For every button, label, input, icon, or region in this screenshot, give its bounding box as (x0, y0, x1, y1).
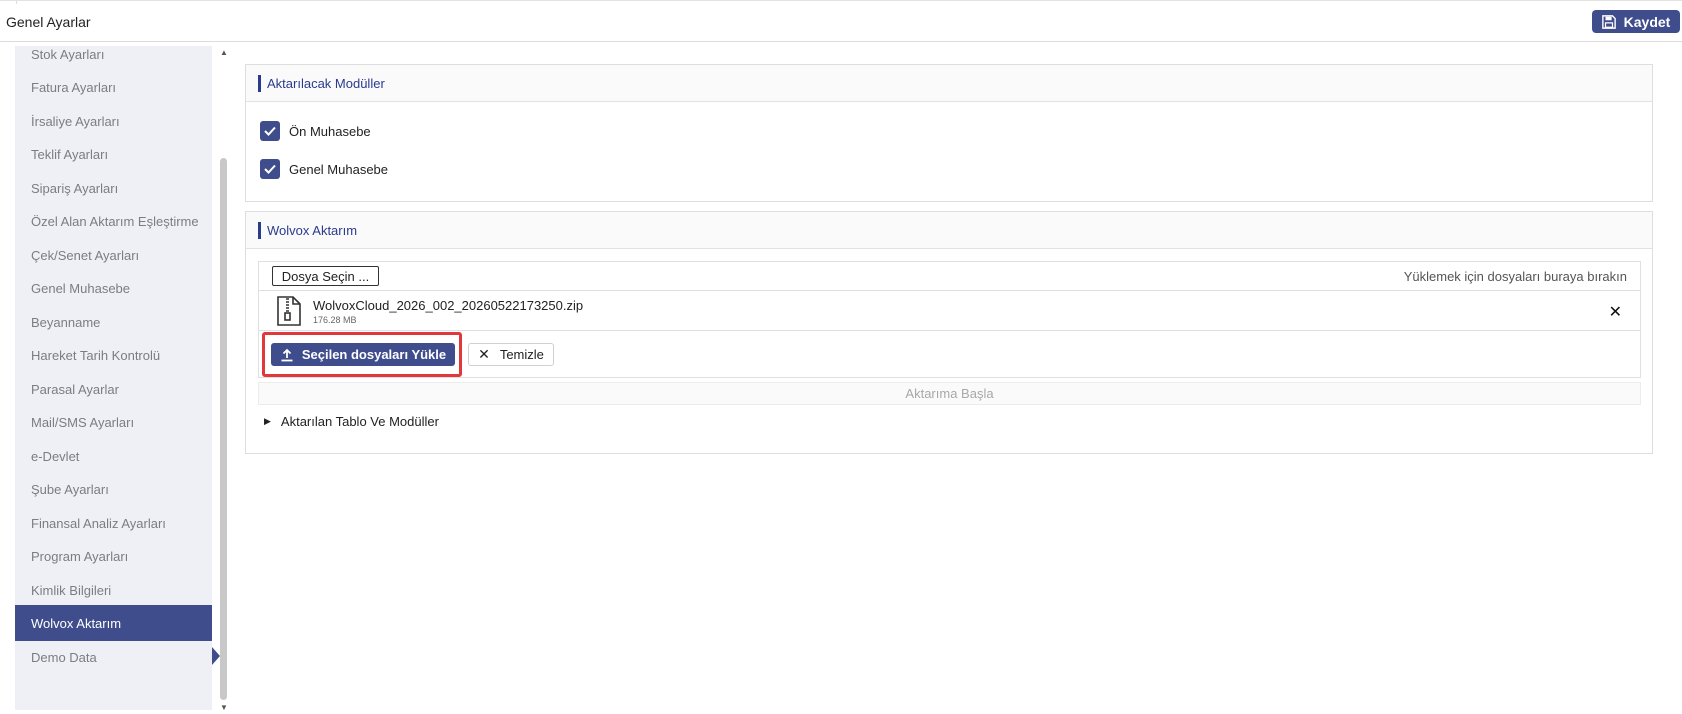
sidebar-item-teklif[interactable]: Teklif Ayarları (15, 136, 212, 172)
sidebar-item-demo-data[interactable]: Demo Data (15, 639, 212, 675)
file-size: 176.28 MB (313, 315, 357, 325)
x-icon: ✕ (478, 346, 490, 362)
modules-panel-title: Aktarılacak Modüller (267, 76, 385, 91)
file-list-item: WolvoxCloud_2026_002_20260522173250.zip … (259, 291, 1640, 331)
save-button[interactable]: Kaydet (1592, 10, 1680, 33)
file-name: WolvoxCloud_2026_002_20260522173250.zip (313, 298, 584, 313)
settings-sidebar: Stok Ayarları Fatura Ayarları İrsaliye A… (15, 46, 212, 710)
sidebar-item-parasal[interactable]: Parasal Ayarlar (15, 371, 212, 407)
sidebar-item-hareket-tarih[interactable]: Hareket Tarih Kontrolü (15, 337, 212, 373)
sidebar-scrollbar[interactable]: ▲ ▼ (218, 46, 230, 712)
sidebar-item-irsaliye[interactable]: İrsaliye Ayarları (15, 103, 212, 139)
scrollbar-thumb[interactable] (220, 158, 227, 700)
wolvox-panel-title: Wolvox Aktarım (267, 223, 358, 238)
drop-hint: Yüklemek için dosyaları buraya bırakın (1403, 269, 1627, 284)
sidebar-item-finansal-analiz[interactable]: Finansal Analiz Ayarları (15, 505, 212, 541)
page-header: Genel Ayarlar Kaydet (0, 4, 1682, 42)
save-button-label: Kaydet (1623, 13, 1671, 30)
sidebar-item-program[interactable]: Program Ayarları (15, 538, 212, 574)
module-checkbox-genel-muhasebe[interactable]: Genel Muhasebe (260, 158, 388, 180)
file-upload: Dosya Seçin ... Yüklemek için dosyaları … (258, 261, 1641, 378)
sidebar-item-beyanname[interactable]: Beyanname (15, 304, 212, 340)
caret-right-icon: ▶ (264, 416, 271, 426)
scroll-down-icon[interactable]: ▼ (220, 703, 228, 712)
checkmark-icon (264, 126, 276, 136)
page-title: Genel Ayarlar (6, 14, 91, 30)
scroll-up-icon[interactable]: ▲ (220, 48, 228, 57)
sidebar-item-kimlik[interactable]: Kimlik Bilgileri (15, 572, 212, 608)
choose-file-button[interactable]: Dosya Seçin ... (272, 266, 379, 286)
zip-file-icon (277, 296, 301, 326)
floppy-disk-icon (1601, 14, 1616, 29)
sidebar-item-wolvox-aktarim[interactable]: Wolvox Aktarım (15, 605, 212, 641)
close-icon[interactable]: ✕ (1609, 302, 1622, 322)
sidebar-item-siparis[interactable]: Sipariş Ayarları (15, 170, 212, 206)
sidebar-item-fatura[interactable]: Fatura Ayarları (15, 69, 212, 105)
sidebar-item-sube[interactable]: Şube Ayarları (15, 471, 212, 507)
checkmark-icon (264, 164, 276, 174)
sidebar-item-e-devlet[interactable]: e-Devlet (15, 438, 212, 474)
sidebar-item-cek-senet[interactable]: Çek/Senet Ayarları (15, 237, 212, 273)
start-transfer-button[interactable]: Aktarıma Başla (258, 382, 1641, 405)
sidebar-item-genel-muhasebe[interactable]: Genel Muhasebe (15, 270, 212, 306)
module-checkbox-on-muhasebe[interactable]: Ön Muhasebe (260, 120, 371, 142)
checkbox-checked[interactable] (260, 121, 280, 141)
modules-panel: Aktarılacak Modüller Ön Muhasebe Genel M… (245, 64, 1653, 202)
checkbox-checked[interactable] (260, 159, 280, 179)
sidebar-item-mail-sms[interactable]: Mail/SMS Ayarları (15, 404, 212, 440)
upload-icon (281, 348, 293, 361)
transferred-tables-toggle[interactable]: ▶ Aktarılan Tablo Ve Modüller (264, 414, 439, 429)
upload-selected-button[interactable]: Seçilen dosyaları Yükle (271, 343, 455, 366)
sidebar-item-ozel-alan[interactable]: Özel Alan Aktarım Eşleştirme (15, 203, 212, 239)
clear-button[interactable]: ✕ Temizle (468, 343, 554, 366)
wolvox-panel: Wolvox Aktarım Dosya Seçin ... Yüklemek … (245, 211, 1653, 454)
